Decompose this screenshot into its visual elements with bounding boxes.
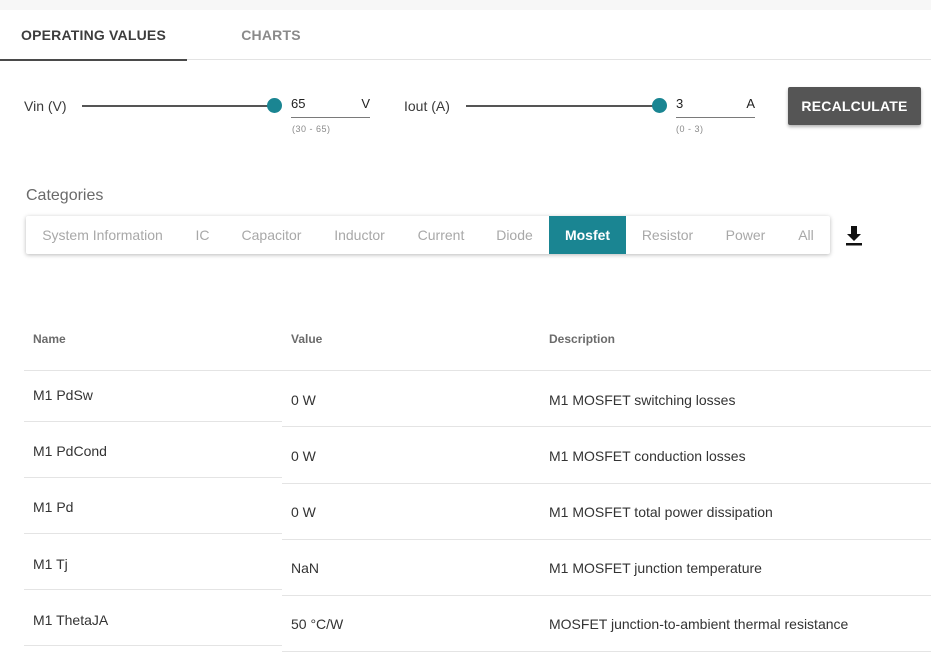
vin-label: Vin (V) — [24, 98, 67, 114]
column-header-name: Name — [33, 332, 66, 346]
vin-range-hint: (30 - 65) — [292, 124, 331, 134]
category-current[interactable]: Current — [402, 216, 480, 254]
row-divider — [24, 421, 282, 422]
row-divider — [24, 645, 282, 646]
row-3-value: 0 W — [291, 504, 316, 520]
vin-unit: V — [361, 96, 370, 111]
category-power[interactable]: Power — [709, 216, 782, 254]
row-divider — [24, 589, 282, 590]
iout-slider-track[interactable] — [466, 105, 659, 107]
vin-slider-track[interactable] — [82, 105, 274, 107]
row-1-name: M1 PdSw — [33, 387, 93, 403]
row-divider — [24, 477, 282, 478]
row-5-description: MOSFET junction-to-ambient thermal resis… — [549, 616, 849, 632]
iout-slider-thumb[interactable] — [652, 98, 667, 113]
row-3-name: M1 Pd — [33, 499, 74, 515]
vin-input-value[interactable]: 65 — [291, 96, 305, 111]
row-4-name: M1 Tj — [33, 556, 68, 572]
categories-title: Categories — [26, 187, 104, 204]
row-divider — [282, 595, 931, 596]
row-2-name: M1 PdCond — [33, 443, 107, 459]
vin-input[interactable]: 65 V — [291, 92, 370, 118]
tab-bar: OPERATING VALUES CHARTS — [0, 10, 931, 61]
category-inductor[interactable]: Inductor — [317, 216, 402, 254]
category-resistor[interactable]: Resistor — [626, 216, 709, 254]
row-divider — [24, 533, 282, 534]
vin-slider-thumb[interactable] — [267, 98, 282, 113]
iout-input[interactable]: 3 A — [676, 92, 755, 118]
recalculate-button[interactable]: RECALCULATE — [788, 87, 921, 125]
category-all[interactable]: All — [782, 216, 830, 254]
top-strip — [0, 0, 931, 10]
iout-input-value[interactable]: 3 — [676, 96, 683, 111]
iout-label: Iout (A) — [404, 98, 450, 114]
row-1-description: M1 MOSFET switching losses — [549, 392, 736, 408]
row-2-description: M1 MOSFET conduction losses — [549, 448, 746, 464]
category-system-information[interactable]: System Information — [26, 216, 179, 254]
tab-charts[interactable]: CHARTS — [187, 10, 355, 60]
row-4-value: NaN — [291, 560, 320, 576]
row-5-value: 50 °C/W — [291, 616, 344, 632]
row-2-value: 0 W — [291, 448, 316, 464]
download-icon[interactable] — [845, 225, 863, 247]
row-4-description: M1 MOSFET junction temperature — [549, 560, 762, 576]
row-3-description: M1 MOSFET total power dissipation — [549, 504, 773, 520]
row-divider — [282, 483, 931, 484]
tab-operating-values[interactable]: OPERATING VALUES — [0, 10, 187, 61]
category-ic[interactable]: IC — [179, 216, 226, 254]
column-header-value: Value — [291, 332, 323, 346]
iout-range-hint: (0 - 3) — [676, 124, 704, 134]
iout-unit: A — [746, 96, 755, 111]
category-diode[interactable]: Diode — [480, 216, 549, 254]
header-divider — [24, 370, 931, 371]
row-5-name: M1 ThetaJA — [33, 612, 109, 628]
column-header-description: Description — [549, 332, 616, 346]
category-capacitor[interactable]: Capacitor — [226, 216, 317, 254]
row-1-value: 0 W — [291, 392, 316, 408]
category-mosfet[interactable]: Mosfet — [549, 216, 626, 254]
row-divider — [282, 426, 931, 427]
category-bar: System Information IC Capacitor Inductor… — [26, 216, 830, 254]
row-divider — [282, 539, 931, 540]
